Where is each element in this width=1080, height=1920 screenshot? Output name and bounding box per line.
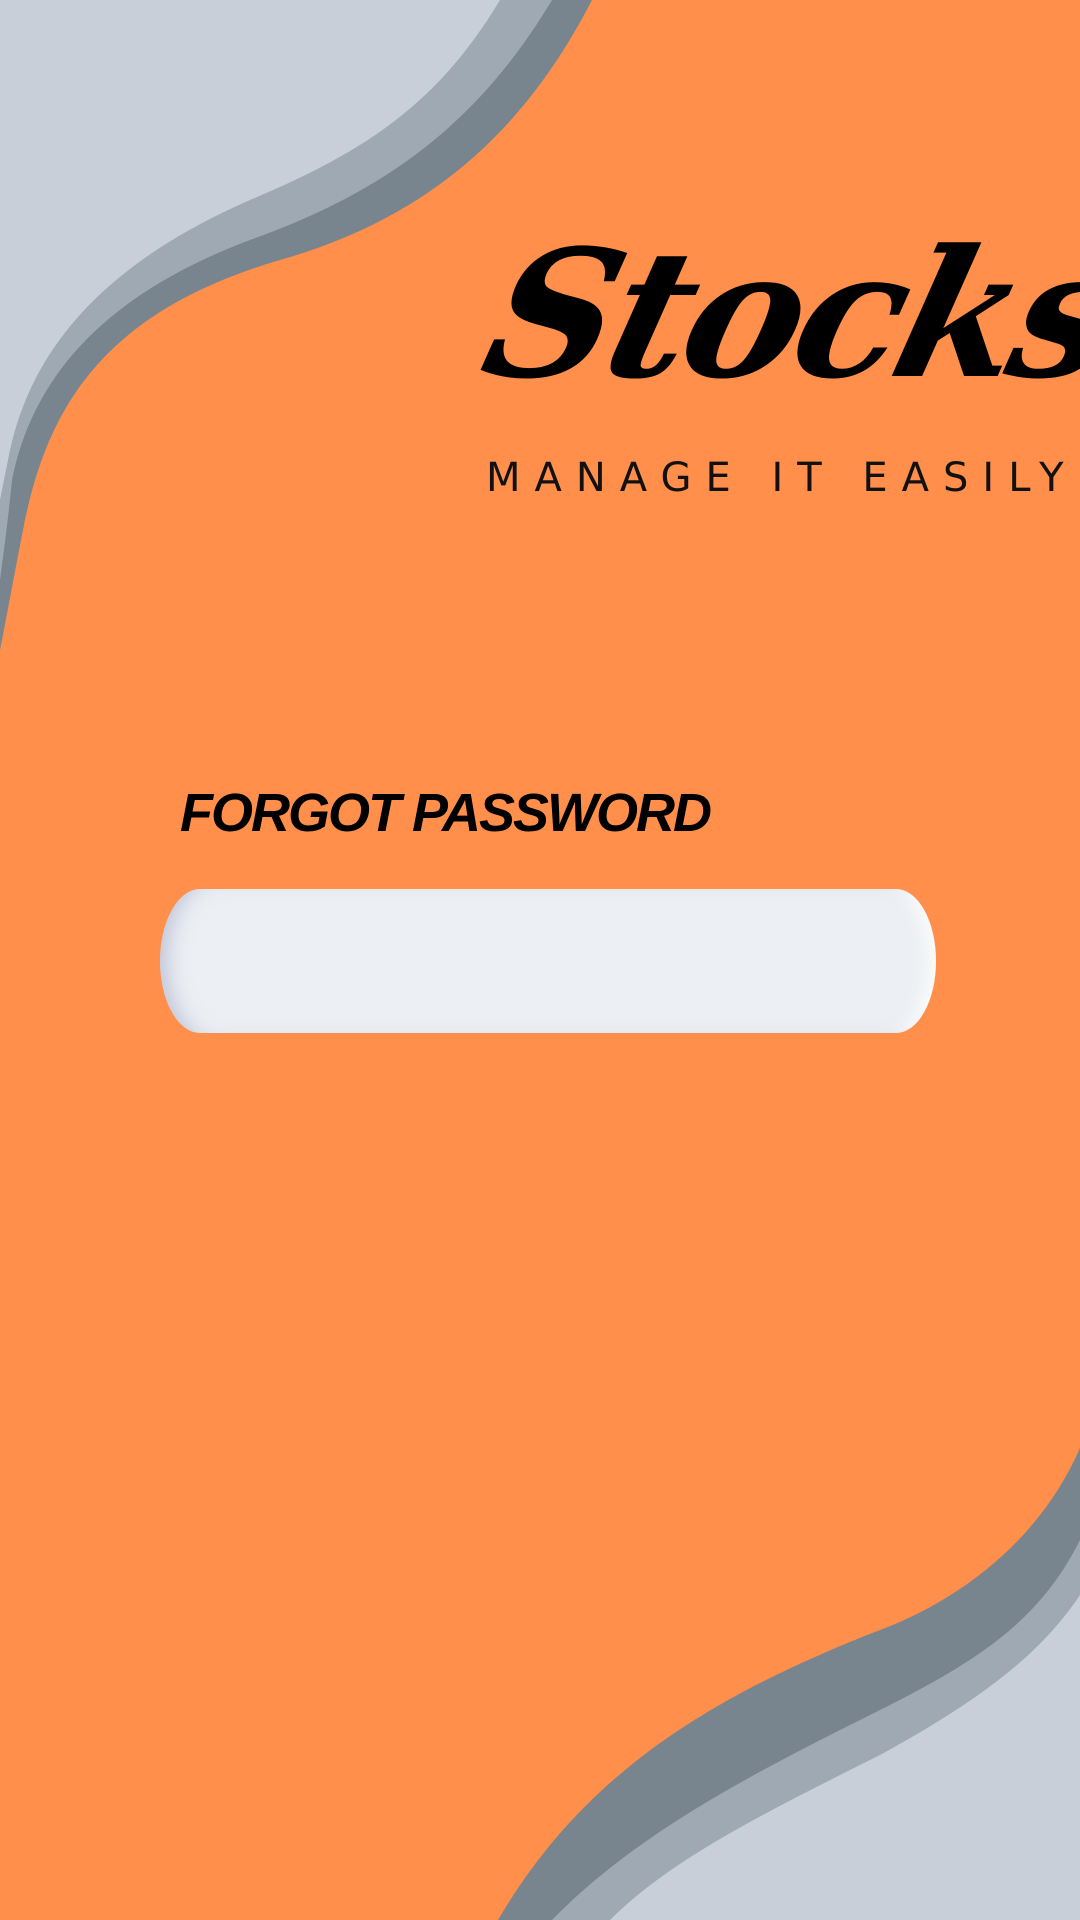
email-field[interactable] <box>160 889 936 1033</box>
app-logo: Stocks <box>466 211 1080 418</box>
app-tagline: MANAGE IT EASILY <box>486 455 1078 501</box>
page-title: FORGOT PASSWORD <box>180 783 712 843</box>
